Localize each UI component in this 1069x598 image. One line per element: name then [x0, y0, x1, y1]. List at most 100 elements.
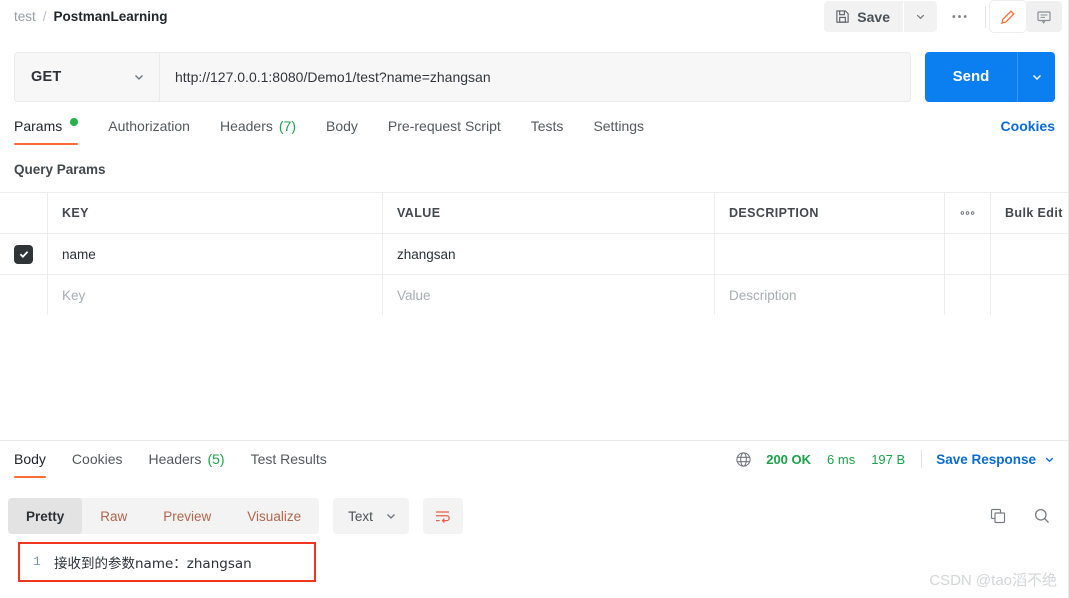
tab-tests-label: Tests: [530, 118, 564, 134]
view-pretty[interactable]: Pretty: [8, 498, 83, 534]
view-raw[interactable]: Raw: [82, 498, 145, 534]
row-checkbox-empty[interactable]: [0, 275, 48, 315]
save-response-label: Save Response: [936, 451, 1036, 467]
tab-settings[interactable]: Settings: [593, 112, 644, 150]
tab-headers[interactable]: Headers (7): [220, 112, 296, 150]
tab-headers-count: (7): [278, 118, 296, 134]
row-options[interactable]: [945, 234, 991, 274]
tab-body-label: Body: [326, 118, 358, 134]
toolbar-divider: [985, 5, 986, 28]
response-tab-test-results-label: Test Results: [250, 451, 327, 467]
column-key: KEY: [48, 193, 383, 233]
postman-window: test / PostmanLearning Save GET http://1…: [0, 0, 1069, 598]
copy-icon[interactable]: [989, 507, 1007, 525]
response-tab-cookies-label: Cookies: [71, 451, 123, 467]
row-value-placeholder[interactable]: Value: [383, 275, 715, 315]
tab-authorization[interactable]: Authorization: [108, 112, 190, 150]
url-text: http://127.0.0.1:8080/Demo1/test?name=zh…: [175, 68, 491, 85]
view-mode-group: Pretty Raw Preview Visualize: [8, 498, 320, 534]
bulk-edit-button[interactable]: Bulk Edit: [991, 193, 1069, 233]
response-tab-body[interactable]: Body: [14, 446, 46, 480]
row-value[interactable]: zhangsan: [383, 234, 715, 274]
breadcrumb-parent[interactable]: test: [14, 9, 36, 24]
response-status-bar: 200 OK 6 ms 197 B Save Response: [735, 446, 1069, 468]
tab-settings-label: Settings: [593, 118, 645, 134]
row-checkbox[interactable]: [0, 234, 48, 274]
chevron-down-icon: [133, 71, 145, 83]
table-options-button[interactable]: [945, 193, 991, 233]
top-bar-actions: Save: [824, 0, 1069, 33]
cookies-link[interactable]: Cookies: [1001, 112, 1069, 134]
comment-button[interactable]: [1026, 1, 1062, 32]
row-description[interactable]: [715, 234, 945, 274]
format-label: Text: [348, 508, 373, 524]
watermark: CSDN @tao滔不绝: [929, 572, 1057, 589]
response-pane-divider[interactable]: [0, 440, 1069, 441]
request-tabs: Params Authorization Headers (7) Body Pr…: [0, 112, 1069, 150]
pencil-icon: [1000, 9, 1016, 25]
params-empty-area: [0, 315, 1069, 440]
tab-pre-request-script[interactable]: Pre-request Script: [388, 112, 501, 150]
tab-body[interactable]: Body: [326, 112, 358, 150]
three-dots-icon: [960, 211, 975, 215]
response-tab-headers[interactable]: Headers (5): [149, 446, 225, 480]
url-input[interactable]: http://127.0.0.1:8080/Demo1/test?name=zh…: [159, 51, 911, 102]
tab-params-label: Params: [14, 118, 63, 134]
query-params-title: Query Params: [14, 162, 106, 177]
tab-pre-request-script-label: Pre-request Script: [387, 118, 501, 134]
response-tabs: Body Cookies Headers (5) Test Results 20…: [0, 446, 1069, 484]
response-body-text: 接收到的参数name：zhangsan: [54, 556, 252, 572]
breadcrumb-separator: /: [42, 9, 47, 24]
more-actions-button[interactable]: [937, 1, 981, 32]
column-description: DESCRIPTION: [715, 193, 945, 233]
response-body-viewer: 1 接收到的参数name：zhangsan CSDN @tao滔不绝: [0, 540, 1069, 598]
row-spacer: [991, 234, 1069, 274]
row-key[interactable]: name: [48, 234, 383, 274]
select-all-cell: [0, 193, 48, 233]
response-tab-cookies[interactable]: Cookies: [72, 446, 123, 480]
format-selector[interactable]: Text: [333, 498, 409, 534]
table-row[interactable]: name zhangsan: [0, 234, 1069, 275]
word-wrap-button[interactable]: [422, 498, 463, 534]
tab-tests[interactable]: Tests: [531, 112, 564, 150]
three-dots-icon: [951, 14, 968, 19]
column-value: VALUE: [383, 193, 715, 233]
send-button[interactable]: Send: [925, 51, 1017, 102]
chevron-down-icon: [1044, 454, 1055, 465]
tab-authorization-label: Authorization: [108, 118, 190, 134]
save-button[interactable]: Save: [824, 1, 903, 32]
row-description-placeholder[interactable]: Description: [715, 275, 945, 315]
save-options-button[interactable]: [904, 1, 937, 32]
table-header-row: KEY VALUE DESCRIPTION Bulk Edit: [0, 193, 1069, 234]
tab-params[interactable]: Params: [14, 112, 79, 150]
word-wrap-icon: [434, 509, 451, 524]
comment-icon: [1036, 9, 1052, 25]
view-visualize[interactable]: Visualize: [229, 498, 319, 534]
row-options-empty[interactable]: [945, 275, 991, 315]
top-bar: test / PostmanLearning Save: [0, 0, 1069, 33]
response-tab-headers-count: (5): [207, 451, 225, 467]
response-highlight-box: 1 接收到的参数name：zhangsan: [18, 542, 316, 582]
http-method-selector[interactable]: GET: [14, 51, 159, 102]
row-key-placeholder[interactable]: Key: [48, 275, 383, 315]
chevron-down-icon: [1031, 71, 1043, 83]
table-row[interactable]: Key Value Description: [0, 275, 1069, 316]
breadcrumb-current[interactable]: PostmanLearning: [54, 9, 168, 24]
search-icon[interactable]: [1033, 507, 1051, 525]
line-number: 1: [33, 555, 41, 569]
green-dot-icon: [70, 118, 79, 126]
active-response-tab-underline: [14, 475, 46, 478]
response-tab-headers-label: Headers: [148, 451, 202, 467]
send-options-button[interactable]: [1017, 51, 1055, 102]
floppy-disk-icon: [835, 9, 850, 24]
body-toolbar-actions: [989, 507, 1069, 525]
http-method-label: GET: [31, 68, 62, 85]
chevron-down-icon: [385, 510, 397, 522]
response-body-toolbar: Pretty Raw Preview Visualize Text: [0, 494, 1069, 538]
request-url-bar: GET http://127.0.0.1:8080/Demo1/test?nam…: [0, 49, 1069, 104]
checkbox-checked-icon: [14, 244, 33, 264]
edit-button[interactable]: [990, 1, 1026, 32]
view-preview[interactable]: Preview: [145, 498, 229, 534]
save-response-button[interactable]: Save Response: [936, 452, 1055, 467]
response-tab-test-results[interactable]: Test Results: [251, 446, 327, 480]
